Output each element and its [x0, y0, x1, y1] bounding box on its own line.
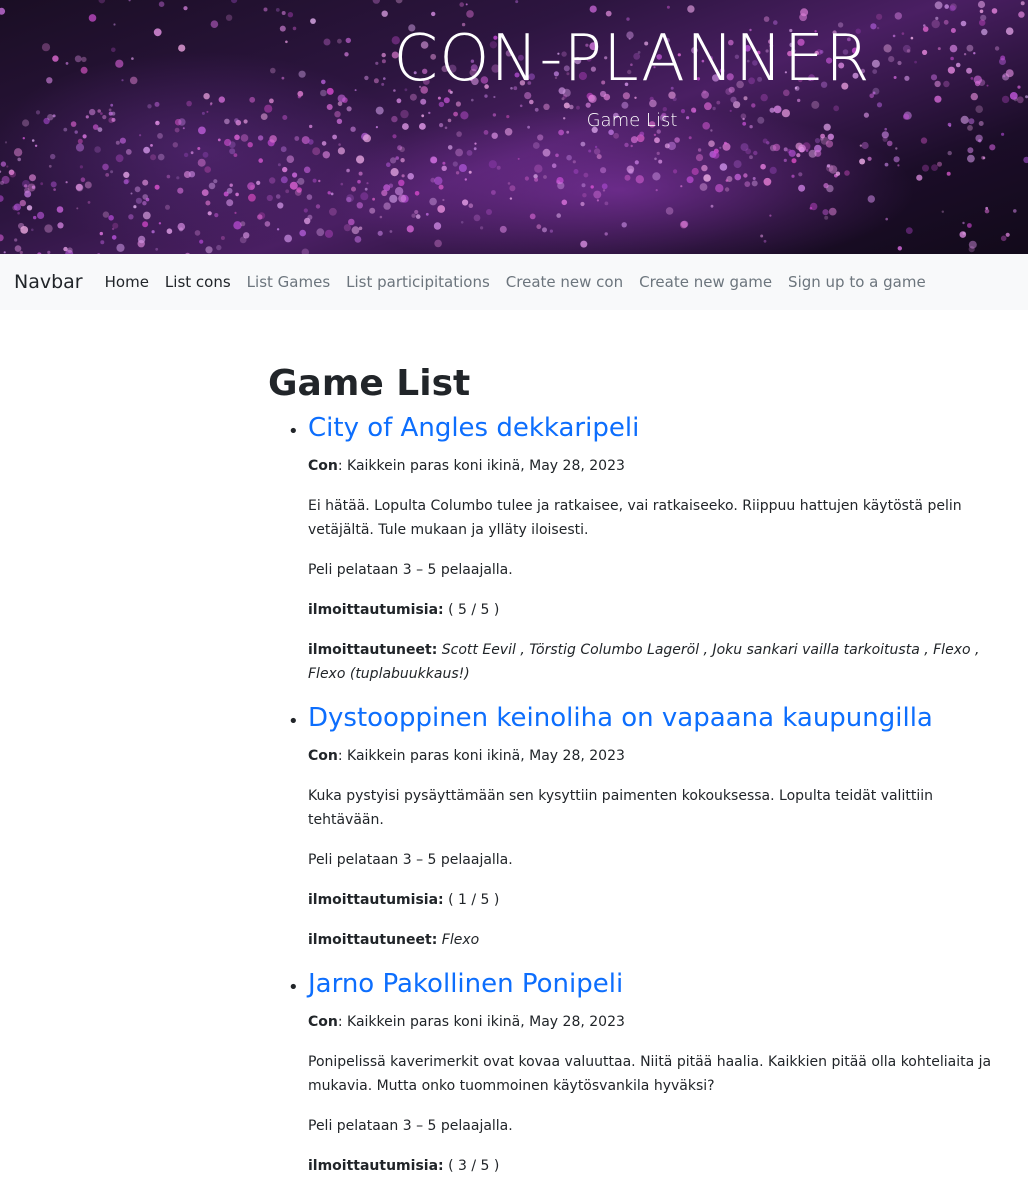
nav-link-list-cons[interactable]: List cons: [165, 273, 231, 291]
nav-link-list-games[interactable]: List Games: [247, 273, 330, 291]
navbar-brand[interactable]: Navbar: [14, 271, 83, 293]
con-value: : Kaikkein paras koni ikinä, May 28, 202…: [337, 748, 625, 764]
game-players: Peli pelataan 3 – 5 pelaajalla.: [308, 852, 513, 868]
nav-link-create-game[interactable]: Create new game: [639, 273, 772, 291]
game-signups: ilmoittautumisia: ( 3 / 5 ): [308, 1154, 1008, 1178]
con-label: Con: [308, 458, 338, 474]
bullet-icon: •: [288, 977, 299, 998]
signups-label: ilmoittautumisia:: [308, 1158, 444, 1174]
con-label: Con: [308, 748, 338, 764]
game-con: Con: Kaikkein paras koni ikinä, May 28, …: [308, 1010, 1008, 1034]
game-title-link[interactable]: Dystooppinen keinoliha on vapaana kaupun…: [308, 702, 1008, 734]
game-con: Con: Kaikkein paras koni ikinä, May 28, …: [308, 454, 1008, 478]
game-description: Kuka pystyisi pysäyttämään sen kysyttiin…: [308, 788, 933, 828]
nav-link-list-participitations[interactable]: List participitations: [346, 273, 490, 291]
participants-label: ilmoittautuneet:: [308, 642, 438, 658]
signups-label: ilmoittautumisia:: [308, 892, 444, 908]
nav-link-create-con[interactable]: Create new con: [506, 273, 623, 291]
header-banner: CON-PLANNER Game List: [0, 0, 1028, 254]
game-description: Ei hätää. Lopulta Columbo tulee ja ratka…: [308, 498, 962, 538]
game-item: • Jarno Pakollinen Ponipeli Con: Kaikkei…: [268, 968, 1008, 1178]
nav-link-sign-up[interactable]: Sign up to a game: [788, 273, 926, 291]
game-signups: ilmoittautumisia: ( 1 / 5 ): [308, 888, 1008, 912]
game-description: Ponipelissä kaverimerkit ovat kovaa valu…: [308, 1054, 992, 1094]
page-title: Game List: [268, 363, 471, 404]
participants-value: Flexo: [441, 932, 480, 948]
game-participants: ilmoittautuneet: Scott Eevil , Törstig C…: [308, 638, 1008, 686]
site-title: CON-PLANNER: [393, 22, 871, 96]
game-participants: ilmoittautuneet: Flexo: [308, 928, 1008, 952]
signups-value: ( 1 / 5 ): [443, 892, 500, 908]
game-item: • Dystooppinen keinoliha on vapaana kaup…: [268, 702, 1008, 952]
nav-link-home[interactable]: Home: [105, 273, 149, 291]
game-signups: ilmoittautumisia: ( 5 / 5 ): [308, 598, 1008, 622]
bullet-icon: •: [288, 711, 299, 732]
bullet-icon: •: [288, 421, 299, 442]
signups-value: ( 5 / 5 ): [443, 602, 500, 618]
game-players: Peli pelataan 3 – 5 pelaajalla.: [308, 562, 513, 578]
signups-value: ( 3 / 5 ): [443, 1158, 500, 1174]
game-con: Con: Kaikkein paras koni ikinä, May 28, …: [308, 744, 1008, 768]
signups-label: ilmoittautumisia:: [308, 602, 444, 618]
con-label: Con: [308, 1014, 338, 1030]
game-list: • City of Angles dekkaripeli Con: Kaikke…: [268, 412, 1008, 1178]
participants-label: ilmoittautuneet:: [308, 932, 438, 948]
site-subtitle: Game List: [586, 110, 678, 131]
main-content: Game List • City of Angles dekkaripeli C…: [268, 362, 1008, 1186]
game-players: Peli pelataan 3 – 5 pelaajalla.: [308, 1118, 513, 1134]
game-title-link[interactable]: City of Angles dekkaripeli: [308, 412, 1008, 444]
game-title-link[interactable]: Jarno Pakollinen Ponipeli: [308, 968, 1008, 1000]
game-item: • City of Angles dekkaripeli Con: Kaikke…: [268, 412, 1008, 686]
navbar: Navbar Home List cons List Games List pa…: [0, 254, 1028, 310]
con-value: : Kaikkein paras koni ikinä, May 28, 202…: [337, 1014, 625, 1030]
con-value: : Kaikkein paras koni ikinä, May 28, 202…: [337, 458, 625, 474]
